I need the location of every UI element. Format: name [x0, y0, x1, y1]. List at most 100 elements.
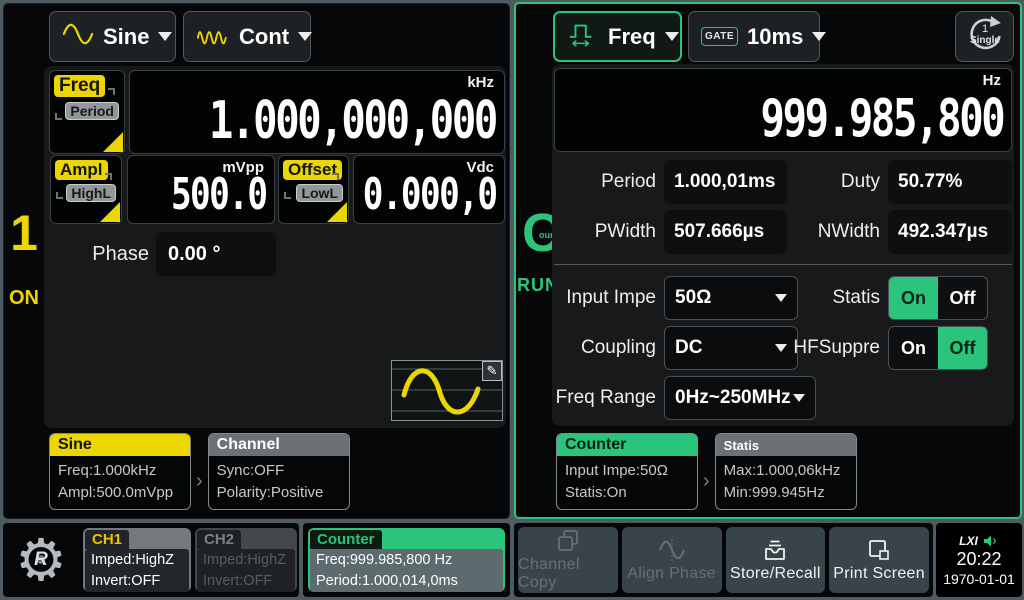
- counter-card-line: Input Impe:50Ω: [565, 460, 689, 482]
- channel1-info-cards: Sine Freq:1.000kHz Ampl:500.0mVpp › Chan…: [49, 433, 350, 510]
- statis-off-button[interactable]: Off: [938, 277, 987, 319]
- gate-time-dropdown[interactable]: GATE 10ms: [688, 11, 820, 62]
- channel-card-title: Channel: [209, 434, 349, 456]
- mode-dropdown[interactable]: Cont: [183, 11, 311, 62]
- offset-value-display[interactable]: Vdc 0.000,0: [353, 155, 505, 224]
- statis-on-button[interactable]: On: [889, 277, 938, 319]
- waveform-dropdown[interactable]: Sine: [49, 11, 176, 62]
- counter-card-line: Statis:On: [565, 482, 689, 504]
- channel-number: 1: [4, 204, 44, 262]
- ampl-value-display[interactable]: mVpp 500.0: [127, 155, 275, 224]
- gate-value: 10ms: [747, 24, 803, 50]
- ch2-status-card[interactable]: CH2 Imped:HighZ Invert:OFF: [195, 528, 297, 592]
- chevron-right-icon: ›: [703, 470, 710, 493]
- freq-unit: kHz: [467, 74, 494, 91]
- statis-info-card[interactable]: Statis Max:1.000,06kHz Min:999.945Hz: [715, 433, 857, 510]
- ch1-status-card[interactable]: CH1 Imped:HighZ Invert:OFF: [83, 528, 191, 592]
- corner-mark-icon: [56, 192, 63, 199]
- hf-suppress-off-button[interactable]: Off: [938, 327, 987, 369]
- store-recall-button[interactable]: Store/Recall: [726, 527, 826, 593]
- freq-badge: Freq: [54, 75, 105, 97]
- section-divider: [554, 264, 1012, 265]
- knob-triangle-icon: [103, 132, 123, 152]
- align-phase-button[interactable]: Align Phase: [622, 527, 722, 593]
- freq-range-label: Freq Range: [534, 387, 656, 409]
- clock-area: LXI 20:22 1970-01-01: [936, 523, 1022, 597]
- period-value[interactable]: 1.000,01ms: [664, 160, 787, 204]
- hf-suppress-label: HFSuppre: [764, 337, 880, 359]
- freq-parameter-button[interactable]: Freq Period: [49, 70, 125, 154]
- phase-input[interactable]: 0.00 °: [156, 232, 276, 276]
- channel-card-line: Polarity:Positive: [217, 482, 341, 504]
- beeper-icon: [983, 535, 999, 547]
- coupling-label: Coupling: [534, 337, 656, 359]
- chevron-down-icon: [298, 32, 312, 41]
- lxi-indicator: LXI: [959, 534, 978, 548]
- duty-value[interactable]: 50.77%: [888, 160, 1012, 204]
- reading-value: 999.985,800: [760, 89, 1003, 149]
- channel-on-indicator: ON: [4, 287, 44, 310]
- ch1-status-line: Imped:HighZ: [91, 550, 183, 571]
- phase-label: Phase: [44, 243, 149, 266]
- screen: 1 ON Sine Cont Freq Period kHz 1.000: [0, 0, 1024, 600]
- waveform-preview[interactable]: ✎: [391, 360, 503, 421]
- hf-suppress-on-button[interactable]: On: [889, 327, 938, 369]
- ampl-value: 500.0: [170, 169, 266, 220]
- corner-mark-icon: [105, 173, 112, 180]
- knob-triangle-icon: [100, 202, 120, 222]
- corner-mark-icon: [332, 173, 339, 180]
- measure-function-dropdown[interactable]: Freq: [553, 11, 682, 62]
- ch1-tab: CH1: [85, 530, 129, 549]
- chevron-right-icon: ›: [196, 470, 203, 493]
- footer-status-section: LXI 20:22 1970-01-01: [936, 523, 1022, 597]
- edit-waveform-icon[interactable]: ✎: [482, 361, 502, 381]
- channel-info-card[interactable]: Channel Sync:OFF Polarity:Positive: [208, 433, 350, 510]
- channel1-panel: 1 ON Sine Cont Freq Period kHz 1.000: [3, 3, 510, 519]
- input-impedance-dropdown[interactable]: 50Ω: [664, 276, 798, 320]
- system-date: 1970-01-01: [943, 571, 1015, 587]
- lowlevel-alt-badge: LowL: [296, 184, 343, 202]
- system-menu-button[interactable]: ⚙ R: [7, 526, 75, 594]
- corner-mark-icon: [108, 88, 115, 95]
- align-phase-icon: [657, 537, 687, 563]
- statis-card-title: Statis: [716, 434, 856, 456]
- counter-status-card[interactable]: Counter Freq:999.985,800 Hz Period:1.000…: [308, 528, 505, 592]
- pwidth-value[interactable]: 507.666µs: [664, 210, 787, 254]
- chevron-down-icon: [665, 32, 679, 41]
- corner-mark-icon: [284, 192, 291, 199]
- chevron-down-icon: [812, 32, 826, 41]
- sine-card-title: Sine: [50, 434, 190, 456]
- pulse-icon: [567, 18, 599, 56]
- offset-parameter-button[interactable]: Offset LowL: [278, 155, 349, 224]
- continuous-wave-icon: [196, 22, 230, 52]
- copy-icon: [555, 528, 581, 554]
- nwidth-value[interactable]: 492.347µs: [888, 210, 1012, 254]
- phase-value: 0.00 °: [168, 243, 220, 266]
- period-label: Period: [554, 171, 656, 193]
- ampl-badge: Ampl: [55, 160, 108, 180]
- counter-reading-display[interactable]: Hz 999.985,800: [554, 68, 1012, 152]
- ampl-parameter-button[interactable]: Ampl HighL: [50, 155, 122, 224]
- counter-status-line: Freq:999.985,800 Hz: [316, 550, 497, 571]
- ch1-status-line: Invert:OFF: [91, 571, 183, 592]
- hf-suppress-toggle: On Off: [888, 326, 988, 370]
- sine-info-card[interactable]: Sine Freq:1.000kHz Ampl:500.0mVpp: [49, 433, 191, 510]
- single-cycle-icon: 1 Single: [962, 15, 1008, 59]
- freq-value-display[interactable]: kHz 1.000,000,000: [129, 70, 505, 154]
- measure-label: Freq: [608, 24, 656, 50]
- single-trigger-button[interactable]: 1 Single: [955, 11, 1014, 62]
- freq-range-dropdown[interactable]: 0Hz~250MHz: [664, 376, 816, 420]
- pwidth-label: PWidth: [554, 221, 656, 243]
- counter-info-card[interactable]: Counter Input Impe:50Ω Statis:On: [556, 433, 698, 510]
- sine-wave-icon: [62, 22, 94, 52]
- sine-card-line: Freq:1.000kHz: [58, 460, 182, 482]
- highlevel-alt-badge: HighL: [66, 184, 116, 202]
- channel-copy-button[interactable]: Channel Copy: [518, 527, 618, 593]
- brand-logo: R: [34, 549, 48, 571]
- ch2-tab: CH2: [197, 530, 241, 549]
- period-alt-badge: Period: [65, 102, 119, 120]
- counter-tab: Counter: [310, 530, 382, 549]
- channel-card-line: Sync:OFF: [217, 460, 341, 482]
- print-screen-button[interactable]: Print Screen: [829, 527, 929, 593]
- sine-card-line: Ampl:500.0mVpp: [58, 482, 182, 504]
